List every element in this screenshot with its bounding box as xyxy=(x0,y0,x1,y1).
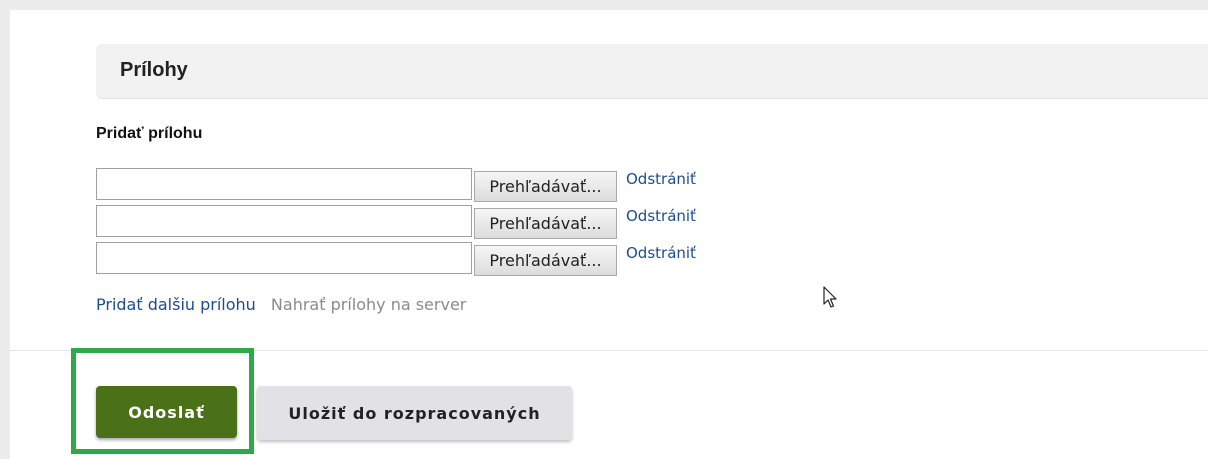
browse-button-2[interactable]: Prehľadávať... xyxy=(474,208,617,239)
form-card: Prílohy Pridať prílohu Prehľadávať... Od… xyxy=(10,10,1208,459)
attachment-row-1: Prehľadávať... Odstrániť xyxy=(96,168,746,202)
section-header: Prílohy xyxy=(96,44,1208,99)
file-path-input-3[interactable] xyxy=(96,242,472,274)
section-title: Prílohy xyxy=(120,59,188,81)
file-path-input-1[interactable] xyxy=(96,168,472,200)
attachment-row-2: Prehľadávať... Odstrániť xyxy=(96,205,746,239)
mouse-pointer-icon xyxy=(823,286,837,308)
add-more-attachment-link[interactable]: Pridať dalšiu prílohu xyxy=(96,295,256,314)
upload-attachments-link[interactable]: Nahrať prílohy na server xyxy=(271,295,466,314)
browse-button-3[interactable]: Prehľadávať... xyxy=(474,245,617,276)
remove-link-1[interactable]: Odstrániť xyxy=(626,170,696,188)
browse-button-1[interactable]: Prehľadávať... xyxy=(474,171,617,202)
attachment-row-3: Prehľadávať... Odstrániť xyxy=(96,242,746,276)
add-attachment-label: Pridať prílohu xyxy=(96,125,203,142)
remove-link-3[interactable]: Odstrániť xyxy=(626,244,696,262)
attachment-links: Pridať dalšiu prílohu Nahrať prílohy na … xyxy=(96,295,466,314)
send-button[interactable]: Odoslať xyxy=(96,386,237,438)
remove-link-2[interactable]: Odstrániť xyxy=(626,207,696,225)
file-path-input-2[interactable] xyxy=(96,205,472,237)
save-draft-button[interactable]: Uložiť do rozpracovaných xyxy=(257,386,572,440)
